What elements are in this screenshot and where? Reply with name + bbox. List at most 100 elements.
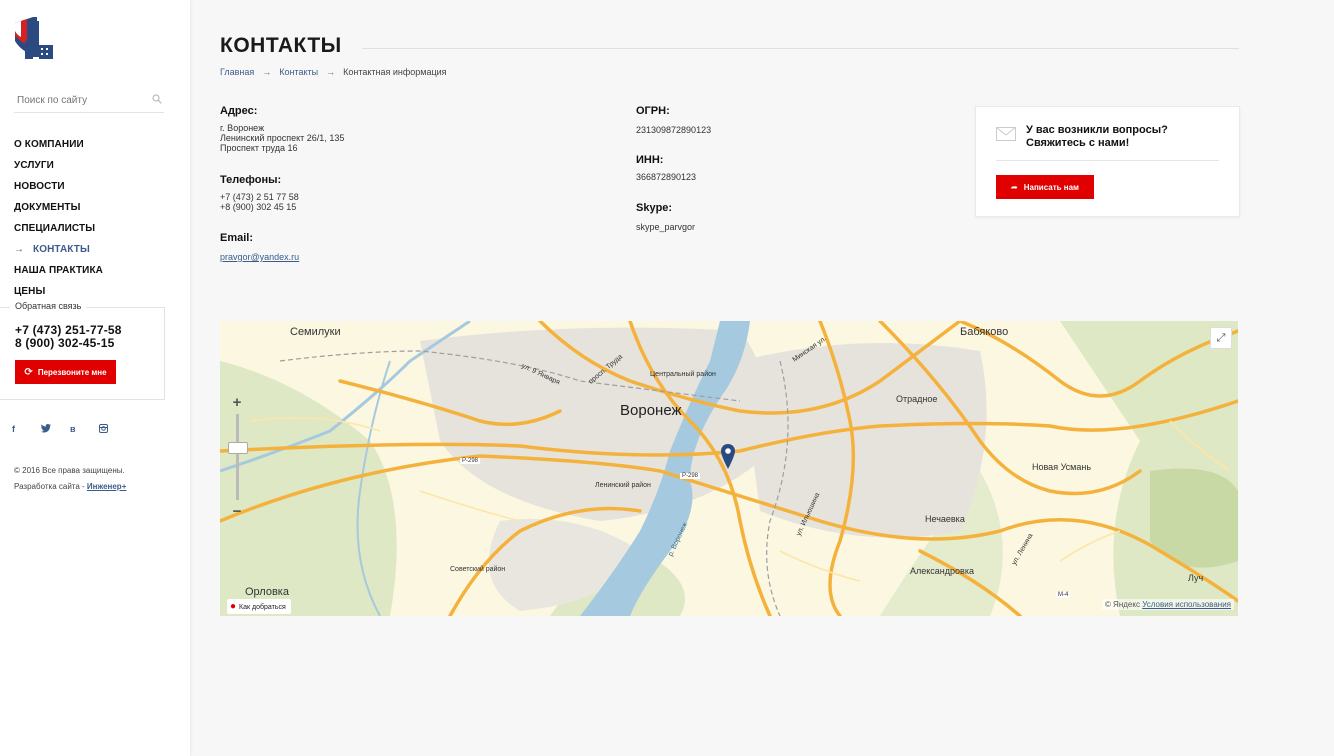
map-label-orlovka: Орловка <box>245 586 289 598</box>
map-label-road-r298: Р-298 <box>680 473 701 479</box>
map-label-babyakovo: Бабяково <box>960 326 1009 338</box>
instagram-icon[interactable] <box>99 424 128 435</box>
phones-value: +7 (473) 2 51 77 58 +8 (900) 302 45 15 <box>220 192 299 212</box>
sidebar: О компании Услуги Новости Документы Спец… <box>0 0 190 756</box>
map-copyright: © Яндекс Условия использования <box>1101 599 1234 610</box>
map-label-road-r298: Р-298 <box>460 458 481 464</box>
zoom-slider-handle[interactable] <box>228 442 248 454</box>
refresh-icon: ⟳ <box>24 366 33 378</box>
breadcrumb-separator: → <box>326 67 336 77</box>
email-value: pravgor@yandex.ru <box>220 252 299 262</box>
main-nav: О компании Услуги Новости Документы Спец… <box>14 134 103 302</box>
breadcrumb-contacts[interactable]: Контакты <box>279 67 318 77</box>
fullscreen-icon[interactable]: ⤢ <box>1210 327 1232 349</box>
twitter-icon[interactable] <box>41 424 70 435</box>
nav-item-services[interactable]: Услуги <box>14 155 103 176</box>
map-label-aleksandrovka: Александровка <box>910 566 974 576</box>
nav-item-practice[interactable]: Наша практика <box>14 260 103 281</box>
feedback-label: Обратная связь <box>10 301 87 311</box>
nav-item-about[interactable]: О компании <box>14 134 103 155</box>
map-label-leninsky-district: Ленинский район <box>595 482 651 489</box>
copyright-text: © 2016 Все права защищены. <box>14 466 125 475</box>
email-block: Email: pravgor@yandex.ru <box>220 232 299 262</box>
zoom-out-button[interactable]: − <box>227 503 247 521</box>
title-divider <box>362 48 1239 49</box>
facebook-icon[interactable]: f <box>12 424 41 435</box>
vk-icon[interactable]: в <box>70 424 99 435</box>
map-label-otradnoe: Отрадное <box>896 394 938 404</box>
developer-line: Разработка сайта - Инженер+ <box>14 479 126 495</box>
zoom-slider-track[interactable] <box>236 414 239 500</box>
breadcrumb: Главная → Контакты → Контактная информация <box>220 67 447 77</box>
map-label-novaya-usman: Новая Усмань <box>1032 462 1092 472</box>
nav-item-prices[interactable]: Цены <box>14 281 103 302</box>
skype-value[interactable]: skype_parvgor <box>636 222 695 232</box>
share-arrow-icon: ➦ <box>1011 182 1018 192</box>
contact-question: У вас возникли вопросы? Свяжитесь с нами… <box>1026 124 1168 149</box>
email-link[interactable]: pravgor@yandex.ru <box>220 252 299 262</box>
map-label-road-m4: М-4 <box>1056 592 1071 598</box>
zoom-in-button[interactable]: + <box>227 394 247 412</box>
feedback-block: Обратная связь +7 (473) 251-77-58 8 (900… <box>0 301 165 400</box>
skype-label: Skype: <box>636 202 673 214</box>
developer-prefix: Разработка сайта - <box>14 482 87 491</box>
ogrn-block: ОГРН: 231309872890123 <box>636 105 711 135</box>
inn-block: ИНН: 366872890123 <box>636 154 696 182</box>
map-label-nechaevka: Нечаевка <box>925 514 965 524</box>
address-line: г. Воронеж <box>220 123 265 133</box>
route-button-label: Как добраться <box>239 604 286 611</box>
logo-icon[interactable] <box>13 15 55 63</box>
yandex-map[interactable]: Семилуки Воронеж Бабяково Отрадное Новая… <box>220 321 1238 616</box>
map-label-luch: Луч <box>1188 573 1204 583</box>
contact-box-divider <box>996 160 1219 161</box>
feedback-phone-2[interactable]: 8 (900) 302-45-15 <box>15 336 114 350</box>
ogrn-label: ОГРН: <box>636 105 670 117</box>
phone-line[interactable]: +8 (900) 302 45 15 <box>220 202 299 212</box>
callback-button[interactable]: ⟳ Перезвоните мне <box>15 360 116 384</box>
footer-copyright: © 2016 Все права защищены. Разработка са… <box>14 463 126 495</box>
map-label-central-district: Центральный район <box>650 371 716 378</box>
inn-label: ИНН: <box>636 154 664 166</box>
breadcrumb-current: Контактная информация <box>343 67 447 77</box>
inn-value: 366872890123 <box>636 172 697 182</box>
write-us-button[interactable]: ➦ Написать нам <box>996 175 1094 199</box>
phone-line[interactable]: +7 (473) 2 51 77 58 <box>220 192 299 202</box>
developer-link[interactable]: Инженер+ <box>87 482 126 491</box>
map-label-sovetsky-district: Советский район <box>450 566 506 573</box>
search-box <box>14 88 164 113</box>
nav-item-contacts-label: Контакты <box>33 244 90 255</box>
nav-item-documents[interactable]: Документы <box>14 197 103 218</box>
nav-item-contacts[interactable]: → Контакты <box>14 239 103 260</box>
write-us-button-label: Написать нам <box>1023 182 1079 192</box>
search-icon[interactable] <box>152 94 162 104</box>
phones-label: Телефоны: <box>220 174 282 186</box>
breadcrumb-home[interactable]: Главная <box>220 67 254 77</box>
contact-us-box: У вас возникли вопросы? Свяжитесь с нами… <box>975 106 1240 217</box>
email-label: Email: <box>220 232 254 244</box>
breadcrumb-separator: → <box>262 67 272 77</box>
address-label: Адрес: <box>220 105 258 117</box>
callback-button-label: Перезвоните мне <box>37 367 107 377</box>
social-links: f в <box>12 424 128 435</box>
arrow-right-icon: → <box>14 244 25 255</box>
terms-link[interactable]: Условия использования <box>1142 600 1231 609</box>
zoom-control: + − <box>227 394 248 520</box>
address-block: Адрес: г. Воронеж Ленинский проспект 26/… <box>220 105 344 153</box>
address-line: Ленинский проспект 26/1, 135 <box>220 133 345 143</box>
envelope-icon <box>996 127 1016 141</box>
location-pin-icon[interactable] <box>721 444 735 469</box>
skype-block: Skype: skype_parvgor <box>636 202 695 232</box>
yandex-copyright: © Яндекс <box>1104 600 1140 609</box>
map-label-voronezh: Воронеж <box>620 402 682 419</box>
address-line: Проспект труда 16 <box>220 143 298 153</box>
route-pin-icon: ● <box>230 601 237 612</box>
phones-block: Телефоны: +7 (473) 2 51 77 58 +8 (900) 3… <box>220 174 299 212</box>
route-button[interactable]: ● Как добраться <box>227 599 291 614</box>
feedback-phone-1[interactable]: +7 (473) 251-77-58 <box>15 323 122 337</box>
nav-item-news[interactable]: Новости <box>14 176 103 197</box>
search-input[interactable] <box>14 88 150 112</box>
address-value: г. Воронеж Ленинский проспект 26/1, 135 … <box>220 123 344 153</box>
ogrn-value: 231309872890123 <box>636 125 712 135</box>
nav-item-specialists[interactable]: Специалисты <box>14 218 103 239</box>
page-title: Контакты <box>220 34 342 57</box>
